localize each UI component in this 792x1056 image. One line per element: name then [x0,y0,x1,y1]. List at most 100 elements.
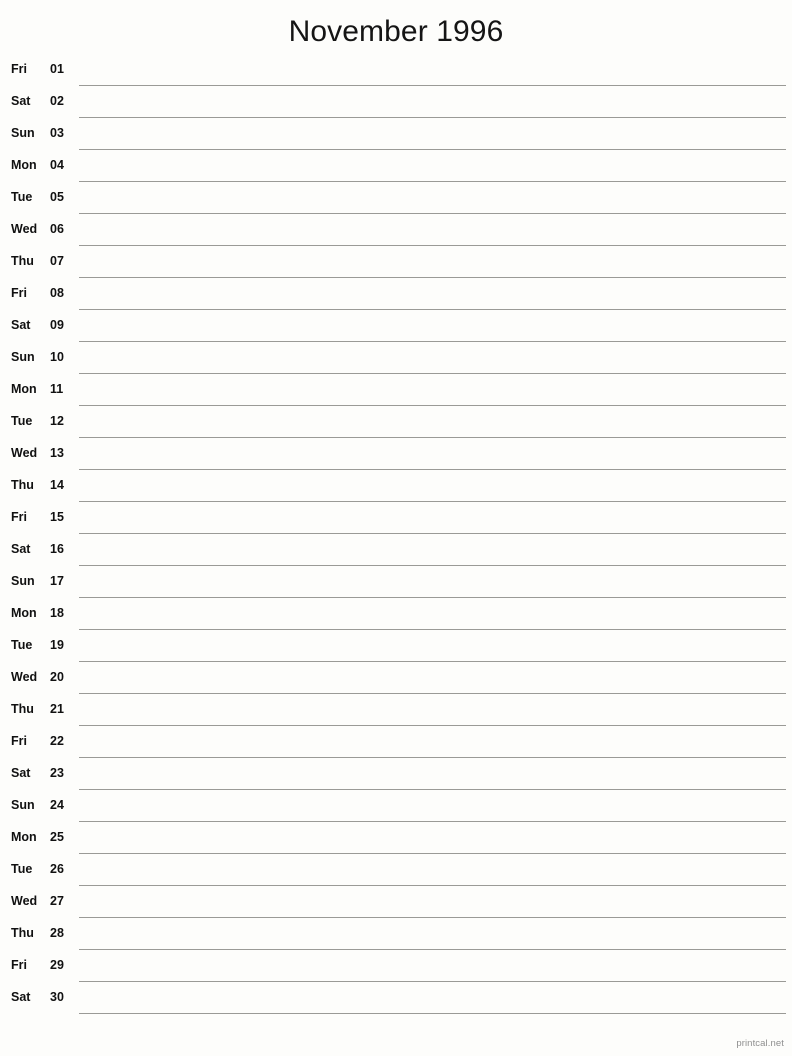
table-row: Fri 08 [11,281,786,313]
day-number-label: 05 [50,190,64,204]
table-row: Mon 11 [11,377,786,409]
day-number-label: 11 [50,382,64,396]
day-weekday-label: Wed [11,894,38,908]
table-row: Fri 22 [11,729,786,761]
day-rule-line [79,341,786,342]
day-rule-line [79,949,786,950]
day-rule-line [79,789,786,790]
day-number-label: 04 [50,158,64,172]
day-weekday-label: Tue [11,190,33,204]
day-weekday-label: Tue [11,862,33,876]
day-weekday-label: Fri [11,734,27,748]
day-note-area[interactable] [79,889,786,921]
day-note-area[interactable] [79,697,786,729]
day-note-area[interactable] [79,537,786,569]
day-note-area[interactable] [79,953,786,985]
day-number-label: 08 [50,286,64,300]
day-note-area[interactable] [79,345,786,377]
day-rule-line [79,85,786,86]
day-note-area[interactable] [79,793,786,825]
day-weekday-label: Mon [11,830,37,844]
day-note-area[interactable] [79,569,786,601]
table-row: Mon 18 [11,601,786,633]
day-weekday-label: Thu [11,478,34,492]
day-rule-line [79,597,786,598]
day-weekday-label: Wed [11,222,38,236]
table-row: Thu 21 [11,697,786,729]
day-note-area[interactable] [79,185,786,217]
day-note-area[interactable] [79,281,786,313]
day-rule-line [79,245,786,246]
day-number-label: 28 [50,926,64,940]
table-row: Wed 27 [11,889,786,921]
table-row: Sun 24 [11,793,786,825]
table-row: Wed 20 [11,665,786,697]
day-number-label: 19 [50,638,64,652]
day-note-area[interactable] [79,89,786,121]
day-number-label: 20 [50,670,64,684]
day-note-area[interactable] [79,217,786,249]
day-rule-line [79,693,786,694]
day-rule-line [79,405,786,406]
day-note-area[interactable] [79,985,786,1017]
day-number-label: 25 [50,830,64,844]
day-weekday-label: Wed [11,446,38,460]
table-row: Sat 02 [11,89,786,121]
day-note-area[interactable] [79,441,786,473]
day-weekday-label: Sat [11,766,31,780]
day-note-area[interactable] [79,857,786,889]
day-note-area[interactable] [79,313,786,345]
day-number-label: 09 [50,318,64,332]
day-weekday-label: Sat [11,542,31,556]
day-rule-line [79,501,786,502]
day-weekday-label: Thu [11,926,34,940]
day-rule-line [79,149,786,150]
day-note-area[interactable] [79,761,786,793]
table-row: Thu 28 [11,921,786,953]
day-rule-line [79,277,786,278]
table-row: Thu 14 [11,473,786,505]
day-note-area[interactable] [79,249,786,281]
day-note-area[interactable] [79,825,786,857]
table-row: Sat 09 [11,313,786,345]
day-note-area[interactable] [79,665,786,697]
table-row: Tue 05 [11,185,786,217]
day-note-area[interactable] [79,729,786,761]
day-weekday-label: Sun [11,574,35,588]
day-note-area[interactable] [79,921,786,953]
table-row: Fri 01 [11,57,786,89]
day-rule-line [79,757,786,758]
day-note-area[interactable] [79,409,786,441]
day-weekday-label: Thu [11,702,34,716]
day-number-label: 23 [50,766,64,780]
table-row: Tue 12 [11,409,786,441]
day-note-area[interactable] [79,601,786,633]
day-note-area[interactable] [79,473,786,505]
day-weekday-label: Sun [11,798,35,812]
day-weekday-label: Mon [11,382,37,396]
day-number-label: 30 [50,990,64,1004]
footer-attribution: printcal.net [736,1038,784,1049]
day-note-area[interactable] [79,153,786,185]
day-rule-line [79,981,786,982]
table-row: Sun 17 [11,569,786,601]
day-number-label: 02 [50,94,64,108]
day-row-list: Fri 01 Sat 02 Sun 03 Mon 04 Tue 05 Wed 06 Thu 07 Fri 08… [0,57,792,1017]
day-rule-line [79,1013,786,1014]
day-note-area[interactable] [79,377,786,409]
day-weekday-label: Fri [11,510,27,524]
day-number-label: 17 [50,574,64,588]
table-row: Sat 16 [11,537,786,569]
day-number-label: 12 [50,414,64,428]
day-note-area[interactable] [79,633,786,665]
day-number-label: 18 [50,606,64,620]
day-note-area[interactable] [79,57,786,89]
day-rule-line [79,309,786,310]
day-number-label: 14 [50,478,64,492]
day-rule-line [79,853,786,854]
table-row: Sun 03 [11,121,786,153]
day-note-area[interactable] [79,121,786,153]
day-rule-line [79,725,786,726]
day-number-label: 21 [50,702,64,716]
day-note-area[interactable] [79,505,786,537]
